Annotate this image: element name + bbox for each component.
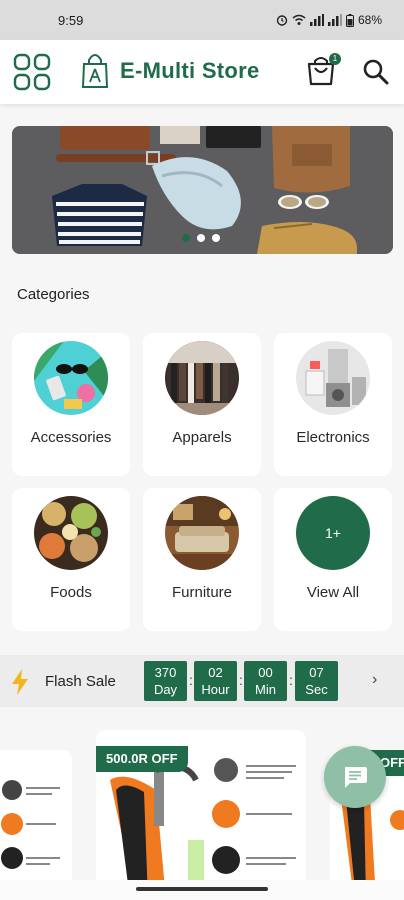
timer-separator: : <box>189 672 193 688</box>
grid-menu-icon <box>13 53 51 91</box>
cart-count-badge: 1 <box>329 53 341 65</box>
view-all-badge: 1+ <box>296 496 370 570</box>
status-time: 9:59 <box>58 12 84 28</box>
timer-value: 370 <box>154 665 177 680</box>
promo-banner[interactable] <box>12 126 393 254</box>
signal-icon-2 <box>327 14 342 26</box>
menu-button[interactable] <box>13 53 51 91</box>
chevron-right-icon[interactable]: › <box>372 671 377 689</box>
cart-button[interactable]: 1 <box>306 53 341 88</box>
carousel-dot-1[interactable] <box>182 234 190 242</box>
product-image <box>0 750 72 885</box>
timer-separator: : <box>239 672 243 688</box>
search-icon <box>363 59 389 85</box>
battery-percent: 68% <box>357 13 382 27</box>
timer-value: 00 <box>258 665 273 680</box>
category-label: Furniture <box>171 584 233 601</box>
category-card-foods[interactable]: Foods <box>12 488 130 631</box>
product-card-partial-left[interactable] <box>0 750 72 885</box>
status-bar: 9:59 68% <box>0 0 404 40</box>
search-button[interactable] <box>362 58 390 86</box>
category-card-view-all[interactable]: 1+ View All <box>274 488 392 631</box>
lightning-icon <box>12 669 28 695</box>
chat-icon <box>345 767 367 788</box>
alarm-icon <box>276 15 288 26</box>
category-card-furniture[interactable]: Furniture <box>143 488 261 631</box>
battery-icon <box>345 13 354 27</box>
timer-value: 02 <box>208 665 223 680</box>
flash-sale-title: Flash Sale <box>45 673 116 690</box>
carousel-dot-2[interactable] <box>197 234 205 242</box>
timer-minutes: 00 Min <box>244 661 287 701</box>
category-label: View All <box>306 584 360 601</box>
timer-hours: 02 Hour <box>194 661 237 701</box>
chat-button[interactable] <box>324 746 386 808</box>
flash-sale-bar[interactable]: Flash Sale 370 Day : 02 Hour : 00 Min : … <box>0 655 404 707</box>
offer-badge: 500.0R OFF <box>96 746 188 772</box>
timer-value: 07 <box>309 665 324 680</box>
category-label: Foods <box>50 584 92 601</box>
signal-icon <box>309 14 324 26</box>
category-image-apparels <box>165 341 239 415</box>
timer-unit: Min <box>255 682 276 697</box>
system-nav-bar <box>0 880 404 900</box>
category-image-accessories <box>34 341 108 415</box>
timer-unit: Sec <box>305 682 328 697</box>
app-title: E-Multi Store <box>120 58 260 83</box>
categories-title: Categories <box>17 286 90 303</box>
category-label: Electronics <box>296 429 370 446</box>
timer-unit: Day <box>153 682 178 697</box>
category-label: Accessories <box>30 429 112 446</box>
category-image-furniture <box>165 496 239 570</box>
brand: E-Multi Store <box>80 52 260 90</box>
category-image-foods <box>34 496 108 570</box>
wifi-icon <box>292 14 306 25</box>
category-card-accessories[interactable]: Accessories <box>12 333 130 476</box>
shopping-bag-logo-icon <box>81 54 109 88</box>
timer-days: 370 Day <box>144 661 187 701</box>
carousel-dot-3[interactable] <box>212 234 220 242</box>
category-label: Apparels <box>172 429 232 446</box>
timer-separator: : <box>289 672 293 688</box>
home-indicator[interactable] <box>136 887 268 891</box>
app-header: E-Multi Store 1 <box>0 40 404 104</box>
category-card-apparels[interactable]: Apparels <box>143 333 261 476</box>
category-card-electronics[interactable]: Electronics <box>274 333 392 476</box>
timer-seconds: 07 Sec <box>295 661 338 701</box>
carousel-dots <box>182 234 220 242</box>
category-image-electronics <box>296 341 370 415</box>
product-card[interactable]: 500.0R OFF <box>96 730 306 885</box>
timer-unit: Hour <box>201 682 230 697</box>
